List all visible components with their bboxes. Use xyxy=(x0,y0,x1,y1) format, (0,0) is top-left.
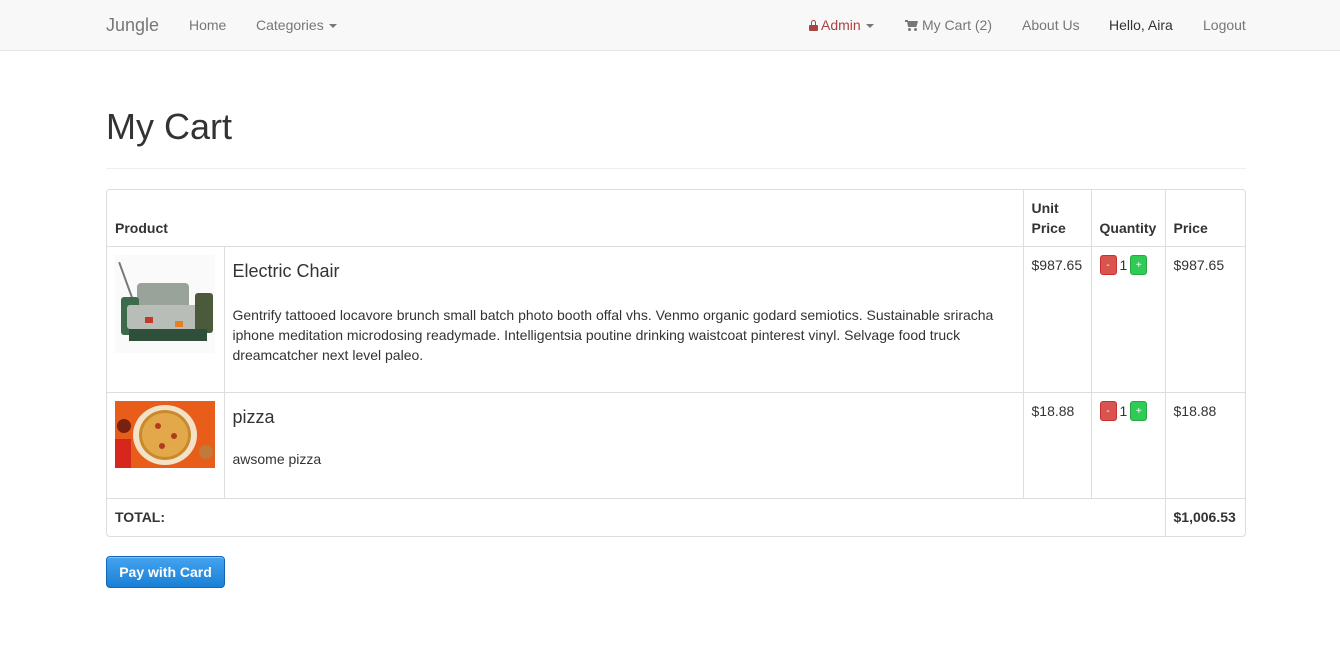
header-quantity: Quantity xyxy=(1090,190,1166,247)
title-divider xyxy=(106,168,1246,169)
product-name: pizza xyxy=(232,407,275,427)
brand-link[interactable]: Jungle xyxy=(106,15,159,36)
quantity-value: 1 xyxy=(1119,403,1128,419)
total-label: TOTAL: xyxy=(107,498,1166,536)
nav-about-us[interactable]: About Us xyxy=(1022,17,1080,33)
header-unit-price: Unit Price xyxy=(1022,190,1092,247)
table-row: Electric Chair Gentrify tattooed locavor… xyxy=(107,246,1245,393)
quantity-stepper: - 1 + xyxy=(1099,255,1157,275)
header-product: Product xyxy=(107,190,1024,247)
nav-home[interactable]: Home xyxy=(189,17,226,33)
product-info-cell: pizza awsome pizza xyxy=(223,392,1024,499)
cart-table: Product Unit Price Quantity Price Electr… xyxy=(106,189,1246,537)
nav-admin-dropdown[interactable]: Admin xyxy=(809,17,874,33)
decrease-quantity-button[interactable]: - xyxy=(1099,255,1117,275)
decrease-quantity-button[interactable]: - xyxy=(1099,401,1117,421)
product-image-cell xyxy=(107,246,225,393)
product-image-cell xyxy=(107,392,225,499)
total-row: TOTAL: $1,006.53 xyxy=(107,498,1245,536)
product-info-cell: Electric Chair Gentrify tattooed locavor… xyxy=(223,246,1024,393)
nav-categories-dropdown[interactable]: Categories xyxy=(256,17,337,33)
shopping-cart-icon xyxy=(905,20,918,31)
page-title: My Cart xyxy=(106,106,232,147)
nav-my-cart[interactable]: My Cart (2) xyxy=(905,17,992,33)
nav-categories-label: Categories xyxy=(256,17,324,33)
quantity-cell: - 1 + xyxy=(1090,392,1166,499)
user-greeting: Hello, Aira xyxy=(1109,17,1173,33)
table-row: pizza awsome pizza $18.88 - 1 + $18.88 xyxy=(107,392,1245,499)
quantity-stepper: - 1 + xyxy=(1099,401,1157,421)
table-header-row: Product Unit Price Quantity Price xyxy=(107,190,1245,247)
chevron-down-icon xyxy=(328,24,337,29)
total-value: $1,006.53 xyxy=(1164,498,1245,536)
navbar: Jungle Home Categories Admin My Cart (2)… xyxy=(0,0,1340,51)
product-image-pizza xyxy=(115,401,215,468)
header-price: Price xyxy=(1164,190,1245,247)
line-price-cell: $18.88 xyxy=(1164,392,1245,499)
pay-with-card-button[interactable]: Pay with Card xyxy=(106,556,225,588)
product-description: Gentrify tattooed locavore brunch small … xyxy=(232,307,994,363)
unit-price-cell: $18.88 xyxy=(1022,392,1092,499)
nav-admin-label: Admin xyxy=(821,17,861,33)
product-image-electric-chair xyxy=(115,255,215,353)
quantity-cell: - 1 + xyxy=(1090,246,1166,393)
lock-icon xyxy=(809,20,818,31)
quantity-value: 1 xyxy=(1119,257,1128,273)
increase-quantity-button[interactable]: + xyxy=(1130,401,1148,421)
chevron-down-icon xyxy=(865,24,874,29)
line-price-cell: $987.65 xyxy=(1164,246,1245,393)
nav-logout[interactable]: Logout xyxy=(1203,17,1246,33)
product-description: awsome pizza xyxy=(232,451,322,467)
product-name: Electric Chair xyxy=(232,261,340,281)
increase-quantity-button[interactable]: + xyxy=(1130,255,1148,275)
unit-price-cell: $987.65 xyxy=(1022,246,1092,393)
nav-cart-label: My Cart (2) xyxy=(922,17,992,33)
